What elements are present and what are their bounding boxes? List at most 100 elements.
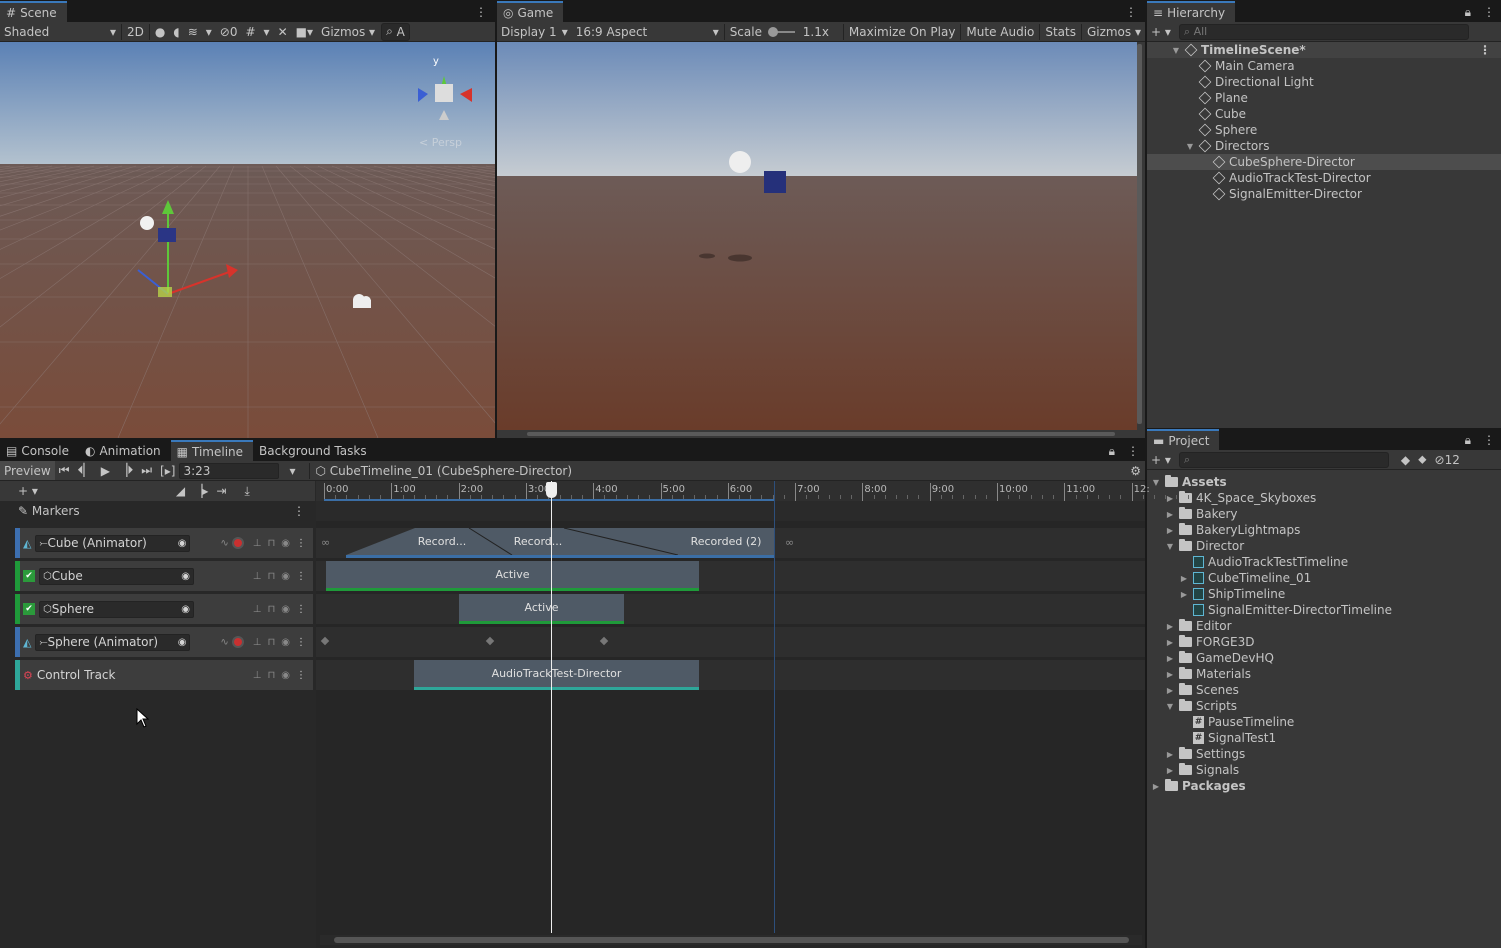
grid-toggle-icon[interactable]: #: [241, 23, 259, 41]
expand-arrow-icon[interactable]: ▼: [1171, 46, 1181, 55]
expand-arrow-icon[interactable]: ▶: [1165, 510, 1175, 519]
project-item[interactable]: AudioTrackTestTimeline: [1147, 554, 1348, 570]
hierarchy-item[interactable]: ▼ Directors: [1147, 138, 1501, 154]
play-icon[interactable]: ▶: [97, 462, 114, 480]
hierarchy-item[interactable]: Directional Light: [1147, 74, 1501, 90]
hierarchy-item[interactable]: Cube: [1147, 106, 1501, 122]
expand-arrow-icon[interactable]: ▼: [1165, 542, 1175, 551]
project-item[interactable]: # SignalTest1: [1147, 730, 1276, 746]
current-time-field[interactable]: 3:23: [179, 462, 280, 479]
timeline-asset-breadcrumb[interactable]: ⬡ CubeTimeline_01 (CubeSphere-Director): [311, 462, 576, 480]
track-header[interactable]: ◭ ⤚ Sphere (Animator) ◉ ∿ ⊥ ⊓ ◉ ⋮: [15, 627, 313, 657]
tab-hierarchy[interactable]: ≡ Hierarchy: [1147, 1, 1236, 22]
scene-search-input[interactable]: ⌕ A: [381, 22, 410, 41]
hidden-objects-toggle[interactable]: ⊘ 0: [216, 23, 242, 41]
game-vertical-scrollbar[interactable]: [1137, 44, 1142, 424]
expand-arrow-icon[interactable]: ▶: [1165, 622, 1175, 631]
project-item[interactable]: ▶ Scenes: [1147, 682, 1239, 698]
expand-arrow-icon[interactable]: ▶: [1179, 590, 1189, 599]
project-item[interactable]: ▶ GameDevHQ: [1147, 650, 1274, 666]
lock-icon[interactable]: 🔒︎: [1459, 2, 1477, 22]
scene-menu-icon[interactable]: ⋮: [1479, 43, 1491, 57]
markers-row[interactable]: ✎ Markers ⋮: [0, 501, 315, 521]
track-menu-icon[interactable]: ⋮: [296, 670, 306, 681]
scene-gizmos-dropdown[interactable]: Gizmos ▾: [317, 23, 379, 41]
animation-clip[interactable]: Recorded (2): [678, 528, 774, 558]
game-horizontal-scrollbar[interactable]: [527, 432, 1115, 436]
expand-arrow-icon[interactable]: ▼: [1185, 142, 1195, 151]
expand-arrow-icon[interactable]: ▶: [1165, 638, 1175, 647]
project-item[interactable]: ▶ CubeTimeline_01: [1147, 570, 1311, 586]
project-item[interactable]: ▶ Signals: [1147, 762, 1239, 778]
expand-arrow-icon[interactable]: ▶: [1165, 670, 1175, 679]
tab-game[interactable]: ◎ Game: [497, 1, 564, 22]
scene-viewport[interactable]: y < Persp: [0, 42, 495, 438]
expand-arrow-icon[interactable]: ▶: [1165, 766, 1175, 775]
track-menu-icon[interactable]: ⋮: [296, 604, 306, 615]
hierarchy-search-input[interactable]: ⌕ All: [1178, 23, 1469, 40]
project-menu-icon[interactable]: ⋮: [1477, 430, 1501, 450]
persp-label[interactable]: < Persp: [419, 136, 462, 149]
time-ruler[interactable]: 0:00 1:00 2:00 3:00 4:00 5:00 6:00 7:00 8:00 9:00…: [316, 481, 1189, 501]
shading-dropdown[interactable]: Shaded ▾: [0, 23, 120, 41]
lock-icon[interactable]: 🔒︎: [1103, 441, 1121, 461]
expand-arrow-icon[interactable]: ▶: [1165, 686, 1175, 695]
hidden-packages-toggle[interactable]: ⊘ 12: [1431, 451, 1464, 469]
snap-toggle-icon[interactable]: ⤓: [240, 482, 253, 500]
track-header[interactable]: ◭ ⤚ Cube (Animator) ◉ ∿ ⊥ ⊓ ◉ ⋮: [15, 528, 313, 558]
game-gizmos-dropdown[interactable]: Gizmos ▾: [1083, 23, 1145, 41]
lock-icon[interactable]: ⊓: [267, 604, 275, 615]
game-viewport[interactable]: [497, 42, 1145, 438]
track-menu-icon[interactable]: ⋮: [296, 538, 306, 549]
clip-edit-mode-ripple-icon[interactable]: ▕▸: [189, 482, 212, 500]
tab-project[interactable]: ▬ Project: [1147, 429, 1220, 450]
grid-dropdown-icon[interactable]: ▾: [260, 23, 274, 41]
add-track-button[interactable]: + ▾: [14, 482, 42, 500]
lock-icon[interactable]: ⊓: [267, 538, 275, 549]
game-menu-icon[interactable]: ⋮: [1117, 2, 1145, 22]
activation-checkbox-icon[interactable]: ✔: [23, 603, 35, 615]
object-picker-icon[interactable]: ◉: [178, 538, 187, 549]
2d-toggle[interactable]: 2D: [123, 23, 148, 41]
project-item[interactable]: ▶ Packages: [1147, 778, 1246, 794]
activation-clip[interactable]: Active: [326, 561, 699, 591]
project-item[interactable]: SignalEmitter-DirectorTimeline: [1147, 602, 1392, 618]
track-header[interactable]: ✔ ⬡ Sphere ◉ ⊥ ⊓ ◉ ⋮: [15, 594, 313, 624]
timeline-horizontal-scrollbar[interactable]: [320, 935, 1142, 945]
expand-arrow-icon[interactable]: ▶: [1165, 526, 1175, 535]
lock-icon[interactable]: ⊓: [267, 637, 275, 648]
expand-arrow-icon[interactable]: ▶: [1165, 750, 1175, 759]
stats-button[interactable]: Stats: [1041, 23, 1080, 41]
track-binding-field[interactable]: ⤚ Cube (Animator) ◉: [35, 534, 191, 552]
mute-audio-button[interactable]: Mute Audio: [962, 23, 1038, 41]
project-item[interactable]: ▼ Director: [1147, 538, 1244, 554]
expand-arrow-icon[interactable]: ▼: [1165, 702, 1175, 711]
project-item[interactable]: ▶ BakeryLightmaps: [1147, 522, 1300, 538]
track-header[interactable]: ⚙ Control Track ⊥ ⊓ ◉ ⋮: [15, 660, 313, 690]
project-item[interactable]: ▶ Bakery: [1147, 506, 1238, 522]
object-picker-icon[interactable]: ◉: [181, 604, 190, 615]
tab-console[interactable]: ▤ Console: [0, 441, 79, 461]
tab-animation[interactable]: ◐ Animation: [79, 441, 171, 461]
track-lane[interactable]: [316, 627, 1145, 657]
tab-timeline[interactable]: ▦ Timeline: [170, 440, 254, 461]
scale-slider[interactable]: [767, 26, 795, 37]
expand-arrow-icon[interactable]: ▶: [1165, 494, 1175, 503]
filter-type-icon[interactable]: ◆: [1397, 451, 1414, 469]
markers-menu-icon[interactable]: ⋮: [293, 504, 305, 518]
hierarchy-item[interactable]: Sphere: [1147, 122, 1501, 138]
timeline-end-marker[interactable]: [774, 481, 775, 933]
lock-icon[interactable]: 🔒︎: [1459, 430, 1477, 450]
expand-arrow-icon[interactable]: ▶: [1165, 654, 1175, 663]
project-item[interactable]: # PauseTimeline: [1147, 714, 1294, 730]
curves-icon[interactable]: ∿: [220, 538, 228, 549]
project-item[interactable]: ▶ Materials: [1147, 666, 1251, 682]
curves-icon[interactable]: ∿: [220, 637, 228, 648]
lighting-icon[interactable]: ●: [151, 23, 169, 41]
hierarchy-item[interactable]: Plane: [1147, 90, 1501, 106]
expand-arrow-icon[interactable]: ▶: [1151, 782, 1161, 791]
preview-button[interactable]: Preview: [0, 461, 55, 480]
hierarchy-item[interactable]: Main Camera: [1147, 58, 1501, 74]
project-item[interactable]: ▶ Settings: [1147, 746, 1245, 762]
project-add-button[interactable]: + ▾: [1147, 451, 1175, 469]
